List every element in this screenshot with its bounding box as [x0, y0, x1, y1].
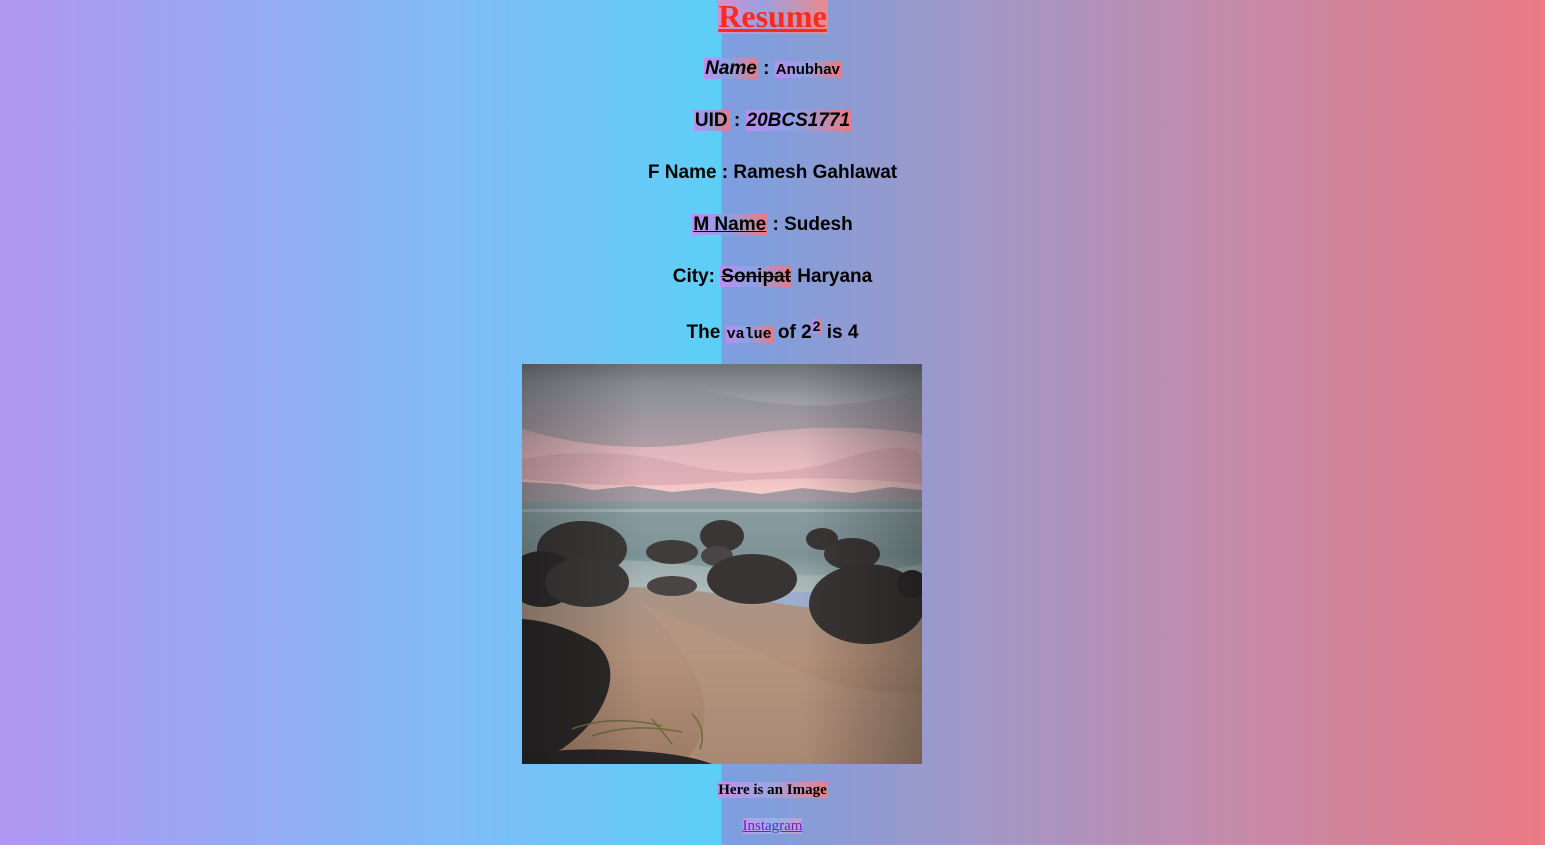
mother-name-row: M Name : Sudesh: [0, 213, 1545, 237]
city-struck-value: Sonipat: [720, 266, 792, 287]
father-name-label: F Name: [647, 162, 717, 183]
uid-row: UID : 20BCS1771: [0, 109, 1545, 133]
name-value: Anubhav: [774, 61, 841, 78]
city-value: Haryana: [797, 266, 873, 287]
page-title-text: Resume: [717, 0, 828, 34]
uid-separator: :: [728, 110, 746, 131]
math-suffix: is 4: [826, 322, 859, 343]
math-exponent: 2: [811, 317, 822, 334]
math-prefix: The: [686, 322, 721, 343]
father-name-row: F Name : Ramesh Gahlawat: [0, 161, 1545, 185]
name-label: Name: [704, 58, 758, 79]
math-row: The value of 22 is 4: [0, 317, 1545, 347]
father-name-separator: :: [716, 162, 734, 183]
image-caption: Here is an Image: [0, 780, 1545, 800]
link-row: Instagram: [0, 816, 1545, 836]
uid-value: 20BCS1771: [745, 110, 852, 131]
page-title: Resume: [0, 0, 1545, 34]
image-caption-text: Here is an Image: [717, 782, 828, 798]
father-name-value: Ramesh Gahlawat: [733, 162, 898, 183]
city-row: City: Sonipat Haryana: [0, 265, 1545, 289]
mother-name-label: M Name: [692, 214, 768, 235]
mother-name-separator: :: [767, 214, 785, 235]
beach-rocks-image: [522, 364, 922, 764]
uid-label: UID: [693, 110, 729, 131]
math-code: value: [725, 326, 773, 343]
instagram-link[interactable]: Instagram: [742, 818, 803, 834]
math-mid: of 2: [777, 322, 812, 343]
name-row: Name : Anubhav: [0, 57, 1545, 82]
name-separator: :: [757, 58, 775, 79]
city-label: City:: [672, 266, 715, 287]
mother-name-value: Sudesh: [784, 214, 853, 235]
